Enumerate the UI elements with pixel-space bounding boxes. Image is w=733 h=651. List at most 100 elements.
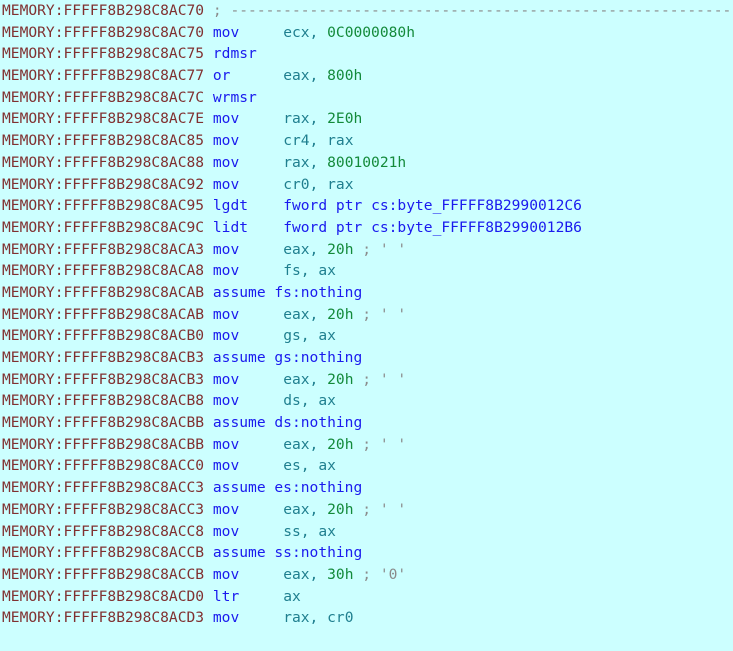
memory-reference-operand[interactable]: fword ptr cs:byte_FFFFF8B2990012B6 (283, 219, 582, 236)
instruction-operand: gs, ax (283, 327, 336, 345)
disassembly-line[interactable]: MEMORY:FFFFF8B298C8AC70 mov ecx, 0C00000… (0, 22, 733, 44)
instruction-mnemonic: mov (212, 327, 240, 345)
line-address: MEMORY:FFFFF8B298C8ACCB (2, 544, 205, 562)
instruction-mnemonic: mov (212, 392, 240, 410)
instruction-operand: ss, ax (283, 522, 336, 540)
operand-padding (239, 110, 283, 127)
instruction-mnemonic: rdmsr (212, 45, 257, 63)
instruction-mnemonic: mov (212, 110, 240, 128)
disassembly-line[interactable]: MEMORY:FFFFF8B298C8ACAB assume fs:nothin… (0, 282, 733, 304)
disassembly-line[interactable]: MEMORY:FFFFF8B298C8AC95 lgdt fword ptr c… (0, 195, 733, 217)
operand-padding (239, 371, 283, 388)
line-address: MEMORY:FFFFF8B298C8AC95 (2, 197, 205, 215)
column-gap (204, 566, 213, 583)
operand-padding (239, 566, 283, 583)
disassembly-line[interactable]: MEMORY:FFFFF8B298C8ACC3 mov eax, 20h ; '… (0, 499, 733, 521)
operand-padding (230, 67, 283, 84)
disassembly-line[interactable]: MEMORY:FFFFF8B298C8ACCB mov eax, 30h ; '… (0, 564, 733, 586)
instruction-operand: ecx, (283, 23, 328, 41)
instruction-mnemonic: mov (212, 500, 240, 518)
line-address: MEMORY:FFFFF8B298C8AC75 (2, 45, 205, 63)
disassembly-line[interactable]: MEMORY:FFFFF8B298C8AC70 ; --------------… (0, 0, 733, 22)
inline-comment: ; ' ' (362, 370, 407, 388)
disassembly-line[interactable]: MEMORY:FFFFF8B298C8ACD0 ltr ax (0, 586, 733, 608)
inline-comment: ; ' ' (362, 305, 407, 323)
disassembly-line[interactable]: MEMORY:FFFFF8B298C8ACA3 mov eax, 20h ; '… (0, 239, 733, 261)
line-address: MEMORY:FFFFF8B298C8ACD3 (2, 609, 205, 627)
disassembly-line[interactable]: MEMORY:FFFFF8B298C8ACC0 mov es, ax (0, 455, 733, 477)
disassembly-line[interactable]: MEMORY:FFFFF8B298C8ACA8 mov fs, ax (0, 260, 733, 282)
disassembly-line[interactable]: MEMORY:FFFFF8B298C8ACC3 assume es:nothin… (0, 477, 733, 499)
operand-padding (239, 154, 283, 171)
immediate-value: 30h (327, 565, 354, 583)
column-gap (204, 262, 213, 279)
operand-padding (239, 588, 283, 605)
comment-padding (353, 501, 362, 518)
comment-padding (353, 241, 362, 258)
disassembly-line[interactable]: MEMORY:FFFFF8B298C8AC77 or eax, 800h (0, 65, 733, 87)
column-gap (204, 45, 213, 62)
instruction-mnemonic: mov (212, 305, 240, 323)
disassembly-line[interactable]: MEMORY:FFFFF8B298C8ACB0 mov gs, ax (0, 325, 733, 347)
disassembly-line[interactable]: MEMORY:FFFFF8B298C8AC92 mov cr0, rax (0, 174, 733, 196)
column-gap (204, 392, 213, 409)
disassembly-line[interactable]: MEMORY:FFFFF8B298C8ACCB assume ss:nothin… (0, 542, 733, 564)
instruction-operand: rax, cr0 (283, 609, 354, 627)
line-address: MEMORY:FFFFF8B298C8AC77 (2, 67, 205, 85)
disassembly-line[interactable]: MEMORY:FFFFF8B298C8AC7C wrmsr (0, 87, 733, 109)
instruction-operand: rax, (283, 110, 328, 128)
disassembly-line[interactable]: MEMORY:FFFFF8B298C8AC7E mov rax, 2E0h (0, 108, 733, 130)
disassembly-line[interactable]: MEMORY:FFFFF8B298C8ACB3 assume gs:nothin… (0, 347, 733, 369)
comment-padding (353, 436, 362, 453)
inline-comment: ; ' ' (362, 435, 407, 453)
assume-directive: assume es:nothing (212, 479, 363, 497)
separator-comment: ; --------------------------------------… (212, 2, 733, 19)
operand-padding (239, 24, 283, 41)
disassembly-line[interactable]: MEMORY:FFFFF8B298C8ACB3 mov eax, 20h ; '… (0, 369, 733, 391)
assume-directive: assume ss:nothing (212, 544, 363, 562)
disassembly-line[interactable]: MEMORY:FFFFF8B298C8AC85 mov cr4, rax (0, 130, 733, 152)
immediate-value: 20h (327, 240, 354, 258)
disassembly-line[interactable]: MEMORY:FFFFF8B298C8AC88 mov rax, 8001002… (0, 152, 733, 174)
disassembly-line[interactable]: MEMORY:FFFFF8B298C8AC9C lidt fword ptr c… (0, 217, 733, 239)
instruction-mnemonic: lgdt (212, 197, 249, 215)
instruction-operand: eax, (283, 370, 328, 388)
column-gap (204, 371, 213, 388)
instruction-operand: ds, ax (283, 392, 336, 410)
assume-directive: assume gs:nothing (212, 349, 363, 366)
column-gap (204, 479, 213, 496)
instruction-mnemonic: mov (212, 23, 240, 41)
memory-reference-operand[interactable]: fword ptr cs:byte_FFFFF8B2990012C6 (283, 197, 582, 214)
instruction-operand: cr0, rax (283, 175, 354, 193)
instruction-mnemonic: mov (212, 435, 240, 453)
instruction-operand: rax, (283, 153, 328, 171)
instruction-mnemonic: mov (212, 262, 240, 280)
operand-padding (239, 241, 283, 258)
column-gap (204, 544, 213, 561)
column-gap (204, 2, 213, 19)
instruction-mnemonic: mov (212, 175, 240, 193)
disassembly-line[interactable]: MEMORY:FFFFF8B298C8AC75 rdmsr (0, 43, 733, 65)
disassembly-line[interactable]: MEMORY:FFFFF8B298C8ACD3 mov rax, cr0 (0, 607, 733, 629)
instruction-mnemonic: or (212, 67, 231, 85)
instruction-operand: eax, (283, 435, 328, 453)
operand-padding (239, 523, 283, 540)
operand-padding (239, 457, 283, 474)
line-address: MEMORY:FFFFF8B298C8AC9C (2, 218, 205, 236)
disassembly-line[interactable]: MEMORY:FFFFF8B298C8ACAB mov eax, 20h ; '… (0, 304, 733, 326)
disassembly-line[interactable]: MEMORY:FFFFF8B298C8ACB8 mov ds, ax (0, 390, 733, 412)
immediate-value: 800h (327, 67, 363, 85)
disassembly-line[interactable]: MEMORY:FFFFF8B298C8ACBB assume ds:nothin… (0, 412, 733, 434)
column-gap (204, 89, 213, 106)
column-gap (204, 154, 213, 171)
immediate-value: 20h (327, 305, 354, 323)
line-address: MEMORY:FFFFF8B298C8ACB3 (2, 370, 205, 388)
disassembly-line[interactable]: MEMORY:FFFFF8B298C8ACC8 mov ss, ax (0, 521, 733, 543)
disassembly-line[interactable]: MEMORY:FFFFF8B298C8ACBB mov eax, 20h ; '… (0, 434, 733, 456)
disassembly-view[interactable]: MEMORY:FFFFF8B298C8AC70 ; --------------… (0, 0, 733, 651)
comment-padding (353, 306, 362, 323)
instruction-mnemonic: wrmsr (212, 88, 257, 106)
instruction-operand: eax, (283, 565, 328, 583)
column-gap (204, 457, 213, 474)
line-address: MEMORY:FFFFF8B298C8ACC3 (2, 500, 205, 518)
